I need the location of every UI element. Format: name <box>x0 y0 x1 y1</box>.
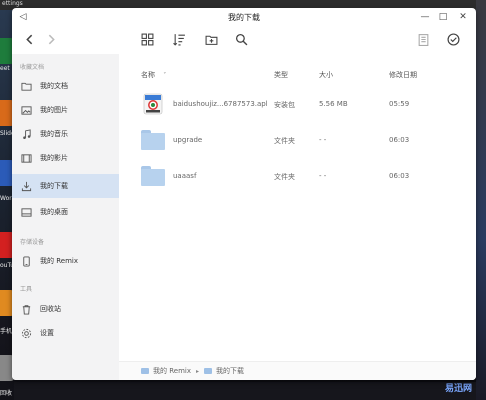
column-modified-header[interactable]: 修改日期 <box>389 70 417 80</box>
breadcrumb-label: 我的下载 <box>216 367 245 375</box>
desktop-corner-text: ettings <box>2 0 23 7</box>
sidebar-item-label: 回收站 <box>40 305 61 313</box>
sidebar-item-label: 我的桌面 <box>40 208 68 216</box>
section-devices: 存储设备 <box>20 239 45 246</box>
sidebar-item-music[interactable]: 我的音乐 <box>12 122 119 146</box>
folder-icon <box>141 166 165 186</box>
search-icon <box>235 33 247 45</box>
chevron-left-icon <box>25 34 32 44</box>
column-name-header[interactable]: 名称 ˅ <box>141 70 166 80</box>
grid-icon <box>141 33 153 45</box>
file-modified: 06:03 <box>389 172 410 180</box>
sidebar-item-desktop[interactable]: 我的桌面 <box>12 200 119 224</box>
apk-icon <box>143 93 163 115</box>
file-row[interactable]: baidushoujiz...6787573.apk 安装包 5.56 MB 0… <box>119 88 476 120</box>
file-name: uaaasf <box>173 172 197 180</box>
file-manager-window: ◁ 我的下载 — □ ✕ 收藏文档 我的文档 我的图片 我的音乐 我的影片 我的… <box>12 8 476 380</box>
trash-icon <box>20 303 32 315</box>
download-icon <box>20 180 32 192</box>
file-modified: 05:59 <box>389 100 410 108</box>
film-icon <box>20 152 32 164</box>
chevron-right-icon <box>48 34 55 44</box>
section-tools: 工具 <box>20 286 33 293</box>
breadcrumb-item-remix[interactable]: 我的 Remix <box>141 366 191 376</box>
phone-icon <box>20 255 32 267</box>
clipboard-button[interactable] <box>414 30 432 48</box>
file-size: - - <box>319 172 327 180</box>
folder-icon <box>204 368 213 374</box>
app-label-recycle: 回收 <box>0 390 13 397</box>
file-row[interactable]: uaaasf 文件夹 - - 06:03 <box>119 160 476 192</box>
desktop-right-edge <box>476 0 486 400</box>
window-title: 我的下载 <box>228 12 260 22</box>
image-icon <box>20 104 32 116</box>
toolbar <box>12 26 476 52</box>
select-button[interactable] <box>444 30 462 48</box>
sidebar-item-label: 我的影片 <box>40 154 68 162</box>
new-folder-button[interactable] <box>202 30 220 48</box>
sidebar-item-pictures[interactable]: 我的图片 <box>12 98 119 122</box>
folder-plus-icon <box>205 35 217 45</box>
check-circle-icon <box>446 32 460 46</box>
music-icon <box>20 128 32 140</box>
sort-icon <box>172 33 185 46</box>
column-size-header[interactable]: 大小 <box>319 70 333 80</box>
forward-nav-button[interactable] <box>42 30 60 48</box>
sidebar-item-remix[interactable]: 我的 Remix <box>12 249 119 273</box>
sidebar-item-label: 我的文档 <box>40 82 68 90</box>
column-name-label: 名称 <box>141 71 155 79</box>
file-type: 文件夹 <box>274 137 295 145</box>
file-row[interactable]: upgrade 文件夹 - - 06:03 <box>119 124 476 156</box>
sidebar-item-label: 设置 <box>40 329 54 337</box>
file-size: - - <box>319 136 327 144</box>
sidebar-item-videos[interactable]: 我的影片 <box>12 146 119 170</box>
titlebar: ◁ 我的下载 — □ ✕ <box>12 8 476 26</box>
sidebar-item-trash[interactable]: 回收站 <box>12 297 119 321</box>
breadcrumb-label: 我的 Remix <box>153 367 191 375</box>
folder-icon <box>20 80 32 92</box>
file-modified: 06:03 <box>389 136 410 144</box>
grid-view-button[interactable] <box>138 30 156 48</box>
file-size: 5.56 MB <box>319 100 348 108</box>
desktop-icon <box>20 206 32 218</box>
sort-button[interactable] <box>170 30 188 48</box>
close-button[interactable]: ✕ <box>456 10 470 24</box>
file-name: baidushoujiz...6787573.apk <box>173 100 267 108</box>
watermark-text: 易迅网 <box>444 384 472 394</box>
file-name: upgrade <box>173 136 203 144</box>
sidebar-item-label: 我的音乐 <box>40 130 68 138</box>
sort-arrow-icon: ˅ <box>163 72 167 79</box>
breadcrumb-item-downloads[interactable]: 我的下载 <box>204 366 244 376</box>
search-button[interactable] <box>232 30 250 48</box>
sidebar: 收藏文档 我的文档 我的图片 我的音乐 我的影片 我的下载 我的桌面 存储设备 <box>12 54 119 380</box>
folder-icon <box>141 368 149 374</box>
folder-icon <box>141 130 165 150</box>
breadcrumb: 我的 Remix ▸ 我的下载 <box>119 361 476 380</box>
gear-icon <box>20 327 32 339</box>
taskbar <box>14 382 476 400</box>
column-type-header[interactable]: 类型 <box>274 70 288 80</box>
file-list: 名称 ˅ 类型 大小 修改日期 baidushoujiz...6787573.a… <box>119 54 476 380</box>
back-nav-button[interactable] <box>20 30 38 48</box>
section-favorites: 收藏文档 <box>20 64 45 71</box>
clipboard-icon <box>418 33 428 46</box>
maximize-button[interactable]: □ <box>436 10 450 24</box>
file-type: 文件夹 <box>274 173 295 181</box>
sidebar-item-settings[interactable]: 设置 <box>12 321 119 345</box>
breadcrumb-separator-icon: ▸ <box>196 367 200 375</box>
sidebar-item-documents[interactable]: 我的文档 <box>12 74 119 98</box>
sidebar-item-label: 我的下载 <box>40 182 68 190</box>
sidebar-item-downloads[interactable]: 我的下载 <box>12 174 119 198</box>
sidebar-item-label: 我的图片 <box>40 106 68 114</box>
minimize-button[interactable]: — <box>418 10 432 24</box>
file-type: 安装包 <box>274 101 295 109</box>
sidebar-item-label: 我的 Remix <box>40 257 78 265</box>
